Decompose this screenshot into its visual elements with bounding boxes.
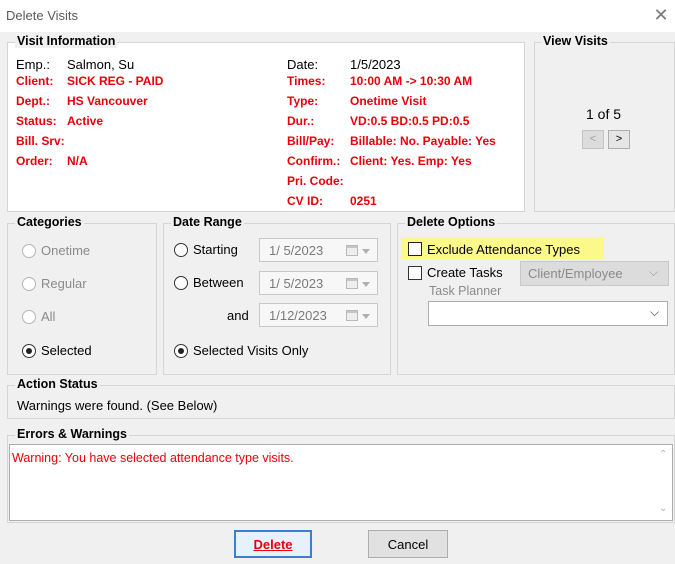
dur-label: Dur.: <box>287 114 315 128</box>
and-date-value: 1/12/2023 <box>269 308 327 323</box>
date-label: Date: <box>287 57 319 72</box>
window-title: Delete Visits <box>6 8 79 23</box>
title-bar <box>0 0 675 32</box>
chevron-down-icon[interactable] <box>362 314 370 319</box>
categories-label: Categories <box>15 215 84 229</box>
cancel-button[interactable]: Cancel <box>368 530 448 558</box>
order-value: N/A <box>67 154 88 168</box>
calendar-icon[interactable] <box>346 310 358 321</box>
type-value: Onetime Visit <box>350 94 427 108</box>
delete-button[interactable]: Delete <box>234 530 312 558</box>
bill-pay-label: Bill/Pay: <box>287 134 335 148</box>
between-label: Between <box>193 275 244 290</box>
task-for-value: Client/Employee <box>528 266 623 281</box>
exclude-attendance-label: Exclude Attendance Types <box>427 242 580 257</box>
emp-value: Salmon, Su <box>67 57 135 72</box>
calendar-icon[interactable] <box>346 278 358 289</box>
errors-textarea[interactable]: Warning: You have selected attendance ty… <box>9 444 673 521</box>
between-date-value: 1/ 5/2023 <box>269 276 324 291</box>
and-date-field[interactable]: 1/12/2023 <box>259 303 378 327</box>
status-value: Active <box>67 114 104 128</box>
category-regular-label: Regular <box>41 276 87 291</box>
task-planner-select[interactable]: ⌵ <box>428 301 668 326</box>
bill-srv-label: Bill. Srv: <box>16 134 65 148</box>
view-visits-group <box>534 42 675 212</box>
chevron-down-icon: ⌵ <box>650 305 660 319</box>
cancel-button-label: Cancel <box>387 537 429 552</box>
between-date-field[interactable]: 1/ 5/2023 <box>259 271 378 295</box>
category-all-label: All <box>41 309 56 324</box>
category-selected-label: Selected <box>41 343 92 358</box>
scroll-up-icon[interactable]: ⌃ <box>659 449 667 460</box>
dur-value: VD:0.5 BD:0.5 PD:0.5 <box>350 114 470 128</box>
times-label: Times: <box>287 74 326 88</box>
chevron-down-icon[interactable] <box>362 282 370 287</box>
date-range-label: Date Range <box>171 215 244 229</box>
category-onetime-label: Onetime <box>41 243 91 258</box>
warning-text: Warning: You have selected attendance ty… <box>12 451 294 465</box>
create-tasks-label: Create Tasks <box>427 265 503 280</box>
visit-counter: 1 of 5 <box>586 106 622 122</box>
delete-options-label: Delete Options <box>405 215 498 229</box>
exclude-attendance-checkbox[interactable] <box>408 242 422 256</box>
date-value: 1/5/2023 <box>350 57 401 72</box>
and-label: and <box>227 308 249 323</box>
pri-code-label: Pri. Code: <box>287 174 344 188</box>
starting-date-value: 1/ 5/2023 <box>269 243 324 258</box>
chevron-down-icon: ⌵ <box>649 265 659 279</box>
category-all-radio[interactable] <box>22 310 36 324</box>
view-visits-label: View Visits <box>541 34 610 48</box>
confirm-value: Client: Yes. Emp: Yes <box>350 154 472 168</box>
category-selected-radio[interactable] <box>22 344 36 358</box>
between-radio[interactable] <box>174 276 188 290</box>
times-value: 10:00 AM -> 10:30 AM <box>350 74 473 88</box>
cv-id-value: 0251 <box>350 194 377 208</box>
category-regular-radio[interactable] <box>22 277 36 291</box>
errors-warnings-label: Errors & Warnings <box>15 427 129 441</box>
prev-visit-button[interactable]: < <box>582 130 604 149</box>
scroll-down-icon[interactable]: ⌄ <box>659 503 667 514</box>
calendar-icon[interactable] <box>346 245 358 256</box>
action-status-label: Action Status <box>15 377 100 391</box>
confirm-label: Confirm.: <box>287 154 341 168</box>
category-onetime-radio[interactable] <box>22 244 36 258</box>
create-tasks-checkbox[interactable] <box>408 266 422 280</box>
client-label: Client: <box>16 74 54 88</box>
errors-scrollbar[interactable]: ⌃ ⌄ <box>655 445 672 520</box>
selected-visits-only-radio[interactable] <box>174 344 188 358</box>
close-icon[interactable]: ✕ <box>650 4 672 26</box>
emp-label: Emp.: <box>16 57 50 72</box>
task-planner-label: Task Planner <box>429 284 502 298</box>
type-label: Type: <box>287 94 319 108</box>
starting-date-field[interactable]: 1/ 5/2023 <box>259 238 378 262</box>
cv-id-label: CV ID: <box>287 194 323 208</box>
visit-information-label: Visit Information <box>15 34 118 48</box>
action-status-text: Warnings were found. (See Below) <box>17 398 218 413</box>
starting-radio[interactable] <box>174 243 188 257</box>
dept-label: Dept.: <box>16 94 50 108</box>
task-for-select[interactable]: Client/Employee ⌵ <box>520 261 669 286</box>
chevron-down-icon[interactable] <box>362 249 370 254</box>
starting-label: Starting <box>193 242 238 257</box>
selected-visits-only-label: Selected Visits Only <box>193 343 309 358</box>
order-label: Order: <box>16 154 53 168</box>
client-value: SICK REG - PAID <box>67 74 164 88</box>
delete-button-label: Delete <box>253 537 293 552</box>
dept-value: HS Vancouver <box>67 94 148 108</box>
bill-pay-value: Billable: No. Payable: Yes <box>350 134 496 148</box>
next-visit-button[interactable]: > <box>608 130 630 149</box>
status-label: Status: <box>16 114 57 128</box>
